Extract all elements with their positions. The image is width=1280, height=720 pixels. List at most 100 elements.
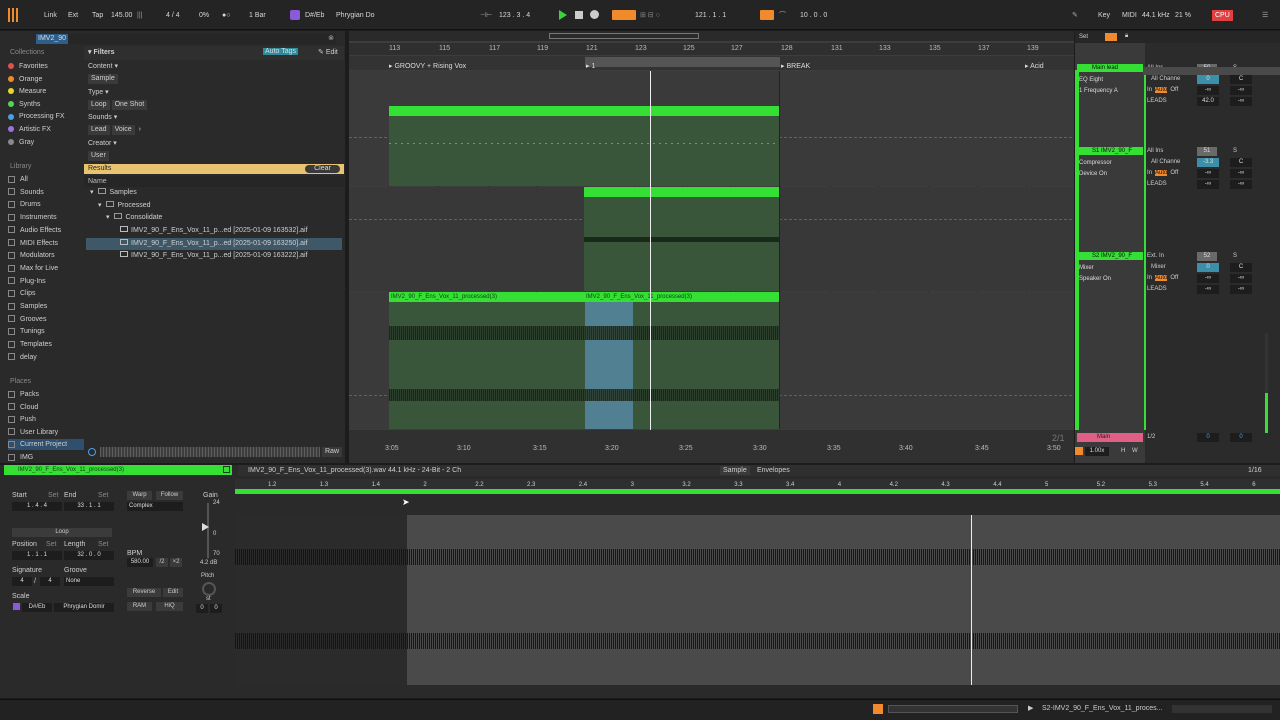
pitch-semitones[interactable]: 0 — [196, 604, 208, 613]
places-item-push[interactable]: Push — [8, 414, 36, 425]
tab-sample[interactable]: Sample — [720, 466, 750, 475]
scale-icon[interactable] — [290, 10, 300, 20]
library-item-delay[interactable]: delay — [8, 352, 37, 363]
bar-ruler[interactable] — [349, 43, 1074, 55]
send-field[interactable]: -∞ — [1230, 180, 1252, 189]
overdub-icon[interactable] — [612, 10, 636, 20]
output-select[interactable]: LEADS — [1147, 180, 1167, 189]
main-pan[interactable]: 0 — [1230, 433, 1252, 442]
groove-amount[interactable]: 0% — [199, 10, 209, 21]
main-volume[interactable]: 0 — [1197, 433, 1219, 442]
tag-sample[interactable]: Sample — [88, 74, 118, 84]
output-select[interactable]: LEADS — [1147, 285, 1167, 294]
time-selection[interactable] — [585, 302, 633, 429]
loop-length-field[interactable]: 10 . 0 . 0 — [800, 10, 827, 21]
ram-button[interactable]: RAM — [127, 602, 152, 611]
overview-scroll[interactable] — [888, 705, 1018, 713]
send-field[interactable]: -∞ — [1197, 285, 1219, 294]
name-column-header[interactable]: Name — [84, 176, 344, 187]
warning-icon[interactable] — [873, 704, 883, 714]
warp-button[interactable]: Warp — [127, 491, 152, 500]
send-field[interactable]: -∞ — [1197, 180, 1219, 189]
result-file[interactable]: IMV2_90_F_Ens_Vox_11_p...ed [2025-01-09 … — [86, 250, 342, 262]
play-small-icon[interactable]: ▶ — [1028, 704, 1033, 712]
library-item-audio-effects[interactable]: Audio Effects — [8, 225, 61, 236]
monitor-option[interactable]: Auto — [1155, 170, 1168, 176]
channel-select[interactable]: Mixer — [1151, 263, 1166, 272]
send-field[interactable]: -∞ — [1197, 274, 1219, 283]
raw-toggle[interactable]: Raw — [322, 447, 343, 457]
monitor-option[interactable]: In — [1147, 170, 1152, 176]
main-track-header[interactable]: Main — [1077, 433, 1143, 442]
monitor-option[interactable]: Auto — [1155, 87, 1168, 93]
monitor-switch[interactable]: In Auto Off — [1147, 274, 1181, 283]
position-field[interactable]: 1 . 1 . 1 — [12, 551, 62, 560]
signature-numerator[interactable]: 4 — [12, 577, 32, 586]
clear-button[interactable]: Clear — [305, 165, 340, 173]
library-item-samples[interactable]: Samples — [8, 301, 47, 312]
warp-marker-lane[interactable] — [235, 494, 1280, 515]
lock-icon[interactable]: 🔒︎ — [1125, 32, 1128, 41]
bpm-field[interactable]: 580.00 — [127, 558, 153, 567]
device-name[interactable]: EQ Eight — [1079, 76, 1139, 85]
monitor-switch[interactable]: In Auto Off — [1147, 86, 1181, 95]
library-item-plug-ins[interactable]: Plug-Ins — [8, 276, 46, 287]
library-item-tunings[interactable]: Tunings — [8, 326, 45, 337]
tag-lead[interactable]: Lead — [88, 125, 110, 135]
length-field[interactable]: 32 . 0 . 0 — [64, 551, 114, 560]
end-field[interactable]: 33 . 1 . 1 — [64, 502, 114, 511]
library-item-modulators[interactable]: Modulators — [8, 250, 55, 261]
send-field[interactable]: -∞ — [1197, 86, 1219, 95]
clip-header[interactable] — [389, 106, 779, 116]
places-item-user-library[interactable]: User Library — [8, 427, 58, 438]
library-item-max-for-live[interactable]: Max for Live — [8, 263, 58, 274]
main-output[interactable]: 1/2 — [1147, 433, 1155, 442]
midi-map-button[interactable]: MIDI — [1122, 10, 1137, 21]
library-item-templates[interactable]: Templates — [8, 339, 52, 350]
library-item-drums[interactable]: Drums — [8, 199, 41, 210]
collection-item[interactable]: Orange — [8, 74, 42, 85]
content-filter[interactable]: Content ▾ — [88, 62, 118, 70]
preview-waveform[interactable] — [100, 447, 320, 457]
collection-item[interactable]: Synths — [8, 99, 40, 110]
loop-toggle-icon[interactable] — [760, 10, 774, 20]
warp-mode-select[interactable]: Complex — [127, 502, 183, 511]
monitor-option[interactable]: Off — [1170, 275, 1178, 281]
track-header[interactable]: S2 IMV2_90_F — [1077, 252, 1143, 260]
signature-field[interactable]: 4 / 4 — [166, 10, 180, 21]
input-select[interactable]: All Ins — [1147, 147, 1163, 156]
auto-tags-toggle[interactable]: Auto Tags — [263, 48, 299, 55]
half-tempo-button[interactable]: /2 — [156, 558, 168, 567]
clip-header[interactable]: IMV2_90_F_Ens_Vox_11_processed(3) — [389, 292, 584, 302]
output-select[interactable]: LEADS — [1147, 97, 1167, 106]
app-icon[interactable] — [8, 8, 18, 22]
places-item-cloud[interactable]: Cloud — [8, 402, 38, 413]
locator-1[interactable]: ▸ 1 — [586, 62, 595, 70]
input-select[interactable]: Ext. In — [1147, 252, 1164, 261]
quantize-menu[interactable]: 1 Bar — [249, 10, 266, 21]
result-file[interactable]: IMV2_90_F_Ens_Vox_11_p...ed [2025-01-09 … — [86, 237, 342, 250]
clip-header[interactable] — [584, 187, 779, 197]
zoom-icon[interactable] — [1075, 447, 1083, 455]
monitor-option[interactable]: Auto — [1155, 275, 1168, 281]
reverse-button[interactable]: Reverse — [127, 588, 161, 597]
tag-one-shot[interactable]: One Shot — [111, 100, 148, 110]
send-field[interactable]: 42.0 — [1197, 97, 1219, 106]
tap-button[interactable]: Tap — [92, 10, 103, 21]
collection-item[interactable]: Processing FX — [8, 111, 65, 122]
clip-header[interactable]: IMV2_90_F_Ens_Vox_11_processed(3) — [584, 292, 779, 302]
set-button[interactable]: Set — [1079, 33, 1088, 42]
filters-title[interactable]: ▾ Filters — [88, 48, 114, 56]
h-toggle[interactable]: H — [1121, 447, 1125, 456]
record-icon[interactable] — [590, 10, 599, 19]
places-item-packs[interactable]: Packs — [8, 389, 39, 400]
volume-field[interactable]: 0 — [1197, 263, 1219, 272]
scale-name-select[interactable]: Phrygian Domir — [54, 603, 114, 612]
volume-field[interactable]: -3.3 — [1197, 158, 1219, 167]
filters-edit-button[interactable]: ✎ Edit — [318, 48, 338, 56]
monitor-switch[interactable]: In Auto Off — [1147, 169, 1181, 178]
library-item-clips[interactable]: Clips — [8, 288, 36, 299]
send-field[interactable]: -∞ — [1230, 97, 1252, 106]
send-field[interactable]: -∞ — [1230, 274, 1252, 283]
folder-samples[interactable]: ▾ Samples — [90, 187, 137, 199]
